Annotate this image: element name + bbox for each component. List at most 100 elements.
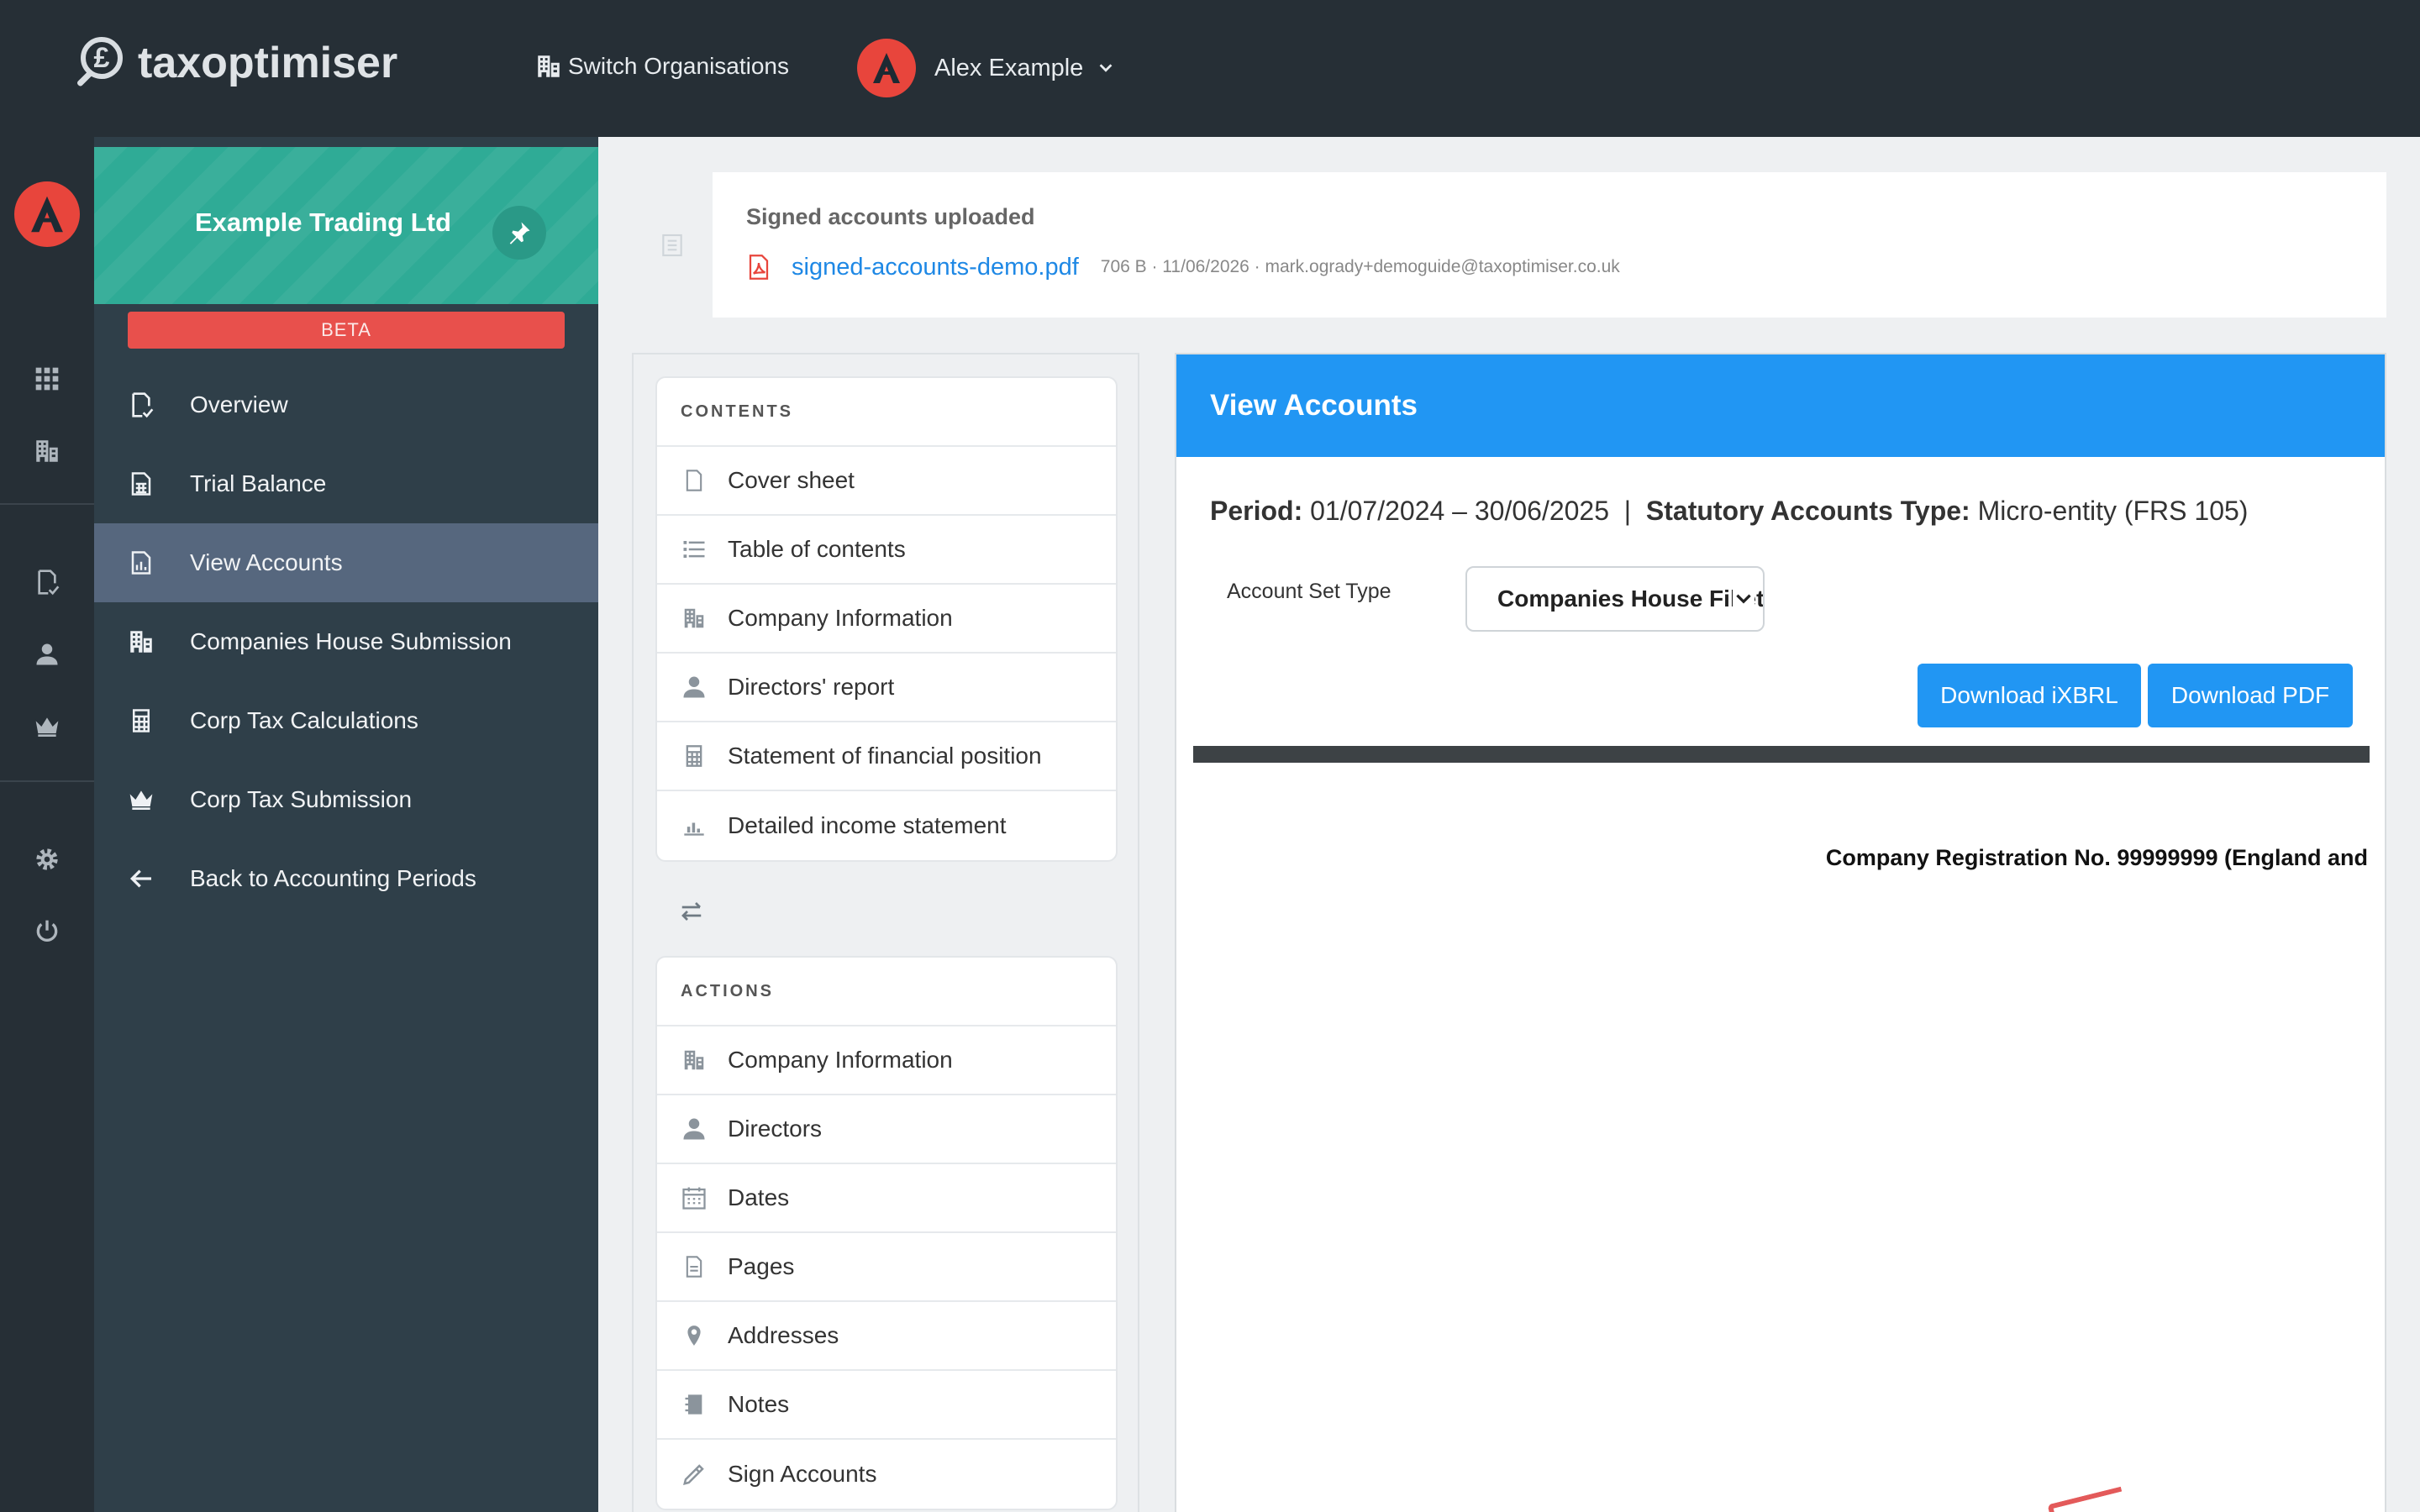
action-label: Notes [728,1391,790,1417]
sidebar-item-corp-tax-submission[interactable]: Corp Tax Submission [94,760,598,839]
contents-heading: CONTENTS [657,378,1116,447]
organisation-icon[interactable] [32,436,62,466]
list-icon [681,536,708,563]
apps-grid-icon[interactable] [32,364,62,394]
calculator-icon [681,743,708,769]
download-pdf-button[interactable]: Download PDF [2148,664,2353,727]
brand-logo[interactable]: £ taxoptimiser [76,34,397,92]
document-toolbar [1193,746,2370,763]
list-doc-icon [662,234,682,256]
brand-name: taxoptimiser [138,39,398,87]
pin-icon [509,222,530,244]
chevron-down-icon [1733,588,1754,610]
contents-item-label: Company Information [728,605,953,631]
sidebar-item-label: Overview [190,391,288,417]
period-separator: | [1623,496,1632,526]
contents-item-table-of-contents[interactable]: Table of contents [657,516,1116,585]
signed-accounts-card: Signed accounts uploaded signed-accounts… [632,172,2386,318]
contents-item-cover-sheet[interactable]: Cover sheet [657,447,1116,516]
organisation-icon [681,1047,708,1074]
organisation-icon [126,627,156,657]
action-company-information[interactable]: Company Information [657,1026,1116,1095]
action-label: Company Information [728,1047,953,1073]
org-header: Example Trading Ltd [94,147,598,304]
sidebar-item-label: Companies House Submission [190,628,512,654]
actions-card: ACTIONS Company Information Directors Da… [655,956,1118,1510]
account-set-type-select[interactable]: Companies House Filleted [1465,566,1765,632]
action-addresses[interactable]: Addresses [657,1302,1116,1371]
sidebar-item-back-to-accounting-periods[interactable]: Back to Accounting Periods [94,839,598,918]
upload-title: Signed accounts uploaded [746,204,1035,229]
avatar-icon[interactable] [14,181,80,247]
action-label: Addresses [728,1322,839,1348]
action-sign-accounts[interactable]: Sign Accounts [657,1440,1116,1509]
crown-icon [126,785,156,815]
contents-item-label: Directors' report [728,674,895,700]
map-pin-icon [681,1322,708,1349]
avatar-logo-icon [873,53,900,83]
signed-accounts-file-link[interactable]: signed-accounts-demo.pdf [792,254,1079,281]
contents-item-directors-report[interactable]: Directors' report [657,654,1116,722]
account-set-type-label: Account Set Type [1227,580,1392,603]
stamp-mark [2047,1486,2129,1512]
action-dates[interactable]: Dates [657,1164,1116,1233]
org-name: Example Trading Ltd [195,207,451,237]
switch-organisations-button[interactable]: Switch Organisations [534,52,789,81]
user-menu[interactable]: Alex Example [857,39,1115,97]
sidebar: Example Trading Ltd BETA Overview Trial … [94,137,598,1512]
organisation-icon [681,605,708,632]
person-icon [681,1116,708,1142]
action-label: Directors [728,1116,823,1142]
sidebar-nav: Overview Trial Balance View Accounts Com… [94,365,598,918]
contents-item-statement-of-financial-position[interactable]: Statement of financial position [657,722,1116,791]
period-label: Period: [1210,496,1303,526]
magnifier-pound-icon: £ [76,35,129,91]
contents-item-label: Statement of financial position [728,743,1042,769]
action-directors[interactable]: Directors [657,1095,1116,1164]
contents-item-company-information[interactable]: Company Information [657,585,1116,654]
view-accounts-card: View Accounts Period: 01/07/2024 – 30/06… [1175,353,2386,1512]
upload-file-row: signed-accounts-demo.pdf 706 B · 11/06/2… [746,253,1620,281]
report-chart-icon [126,548,156,578]
action-pages[interactable]: Pages [657,1233,1116,1302]
contents-card: CONTENTS Cover sheet Table of contents C… [655,376,1118,862]
accounts-type-value: Micro-entity (FRS 105) [1977,496,2249,526]
gear-icon[interactable] [32,844,62,874]
calendar-icon [681,1184,708,1211]
contents-item-label: Detailed income statement [728,812,1007,838]
sidebar-item-corp-tax-calculations[interactable]: Corp Tax Calculations [94,681,598,760]
period-summary: Period: 01/07/2024 – 30/06/2025 | Statut… [1210,496,2248,527]
download-ixbrl-button[interactable]: Download iXBRL [1918,664,2141,727]
swap-arrows-icon[interactable] [677,899,706,924]
action-label: Pages [728,1253,795,1279]
page-icon [681,1253,708,1280]
power-icon[interactable] [32,916,62,947]
action-label: Dates [728,1184,790,1210]
sidebar-item-companies-house[interactable]: Companies House Submission [94,602,598,681]
file-meta: 706 B · 11/06/2026 · mark.ogrady+demogui… [1100,257,1620,276]
account-set-type-value: Companies House Filleted [1497,585,1765,612]
pen-icon [681,1461,708,1488]
sidebar-item-label: Corp Tax Calculations [190,707,418,733]
document-check-icon[interactable] [32,567,62,597]
sidebar-item-overview[interactable]: Overview [94,365,598,444]
crown-icon[interactable] [32,711,62,742]
sidebar-item-trial-balance[interactable]: Trial Balance [94,444,598,523]
document-check-icon [126,390,156,420]
person-icon[interactable] [32,639,62,669]
contents-item-label: Cover sheet [728,467,855,493]
card-strip [632,172,713,318]
view-accounts-title: View Accounts [1176,354,2385,457]
sidebar-item-view-accounts[interactable]: View Accounts [94,523,598,602]
switch-organisations-label: Switch Organisations [568,53,790,79]
bar-chart-icon [681,812,708,839]
sidebar-item-label: Back to Accounting Periods [190,865,476,891]
icon-rail [0,137,94,1512]
company-registration-line: Company Registration No. 99999999 (Engla… [1825,845,2368,870]
pin-button[interactable] [492,206,546,260]
beta-badge: BETA [128,312,565,349]
chevron-down-icon [1099,64,1113,72]
calculator-icon [126,706,156,736]
contents-item-detailed-income-statement[interactable]: Detailed income statement [657,791,1116,860]
action-notes[interactable]: Notes [657,1371,1116,1440]
